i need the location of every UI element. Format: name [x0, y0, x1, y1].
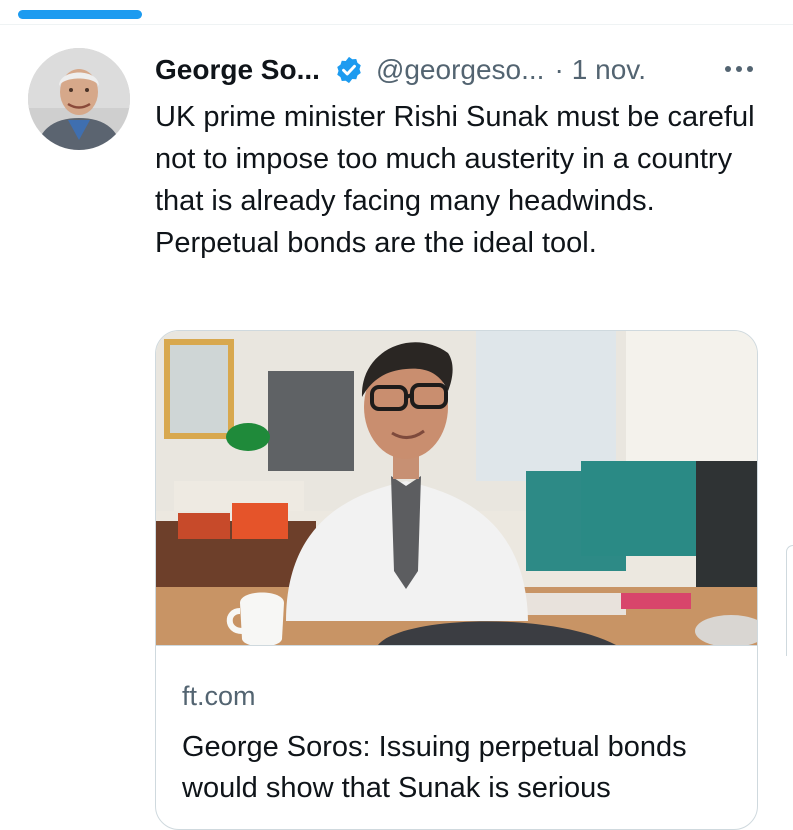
card-domain: ft.com — [182, 681, 256, 711]
link-preview-card[interactable]: ft.com George Soros: Issuing perpetual b… — [155, 330, 758, 830]
tweet-text: UK prime minister Rishi Sunak must be ca… — [155, 101, 755, 259]
verified-badge-icon — [334, 55, 364, 85]
tweet-header: George So... @georgeso... · 1 nov. — [155, 50, 646, 90]
separator-dot: · — [554, 54, 564, 85]
adjacent-card-edge — [786, 545, 793, 656]
author-name[interactable]: George So... — [155, 54, 320, 86]
divider — [0, 24, 793, 25]
card-title[interactable]: George Soros: Issuing perpetual bonds wo… — [182, 727, 742, 809]
timestamp[interactable]: 1 nov. — [572, 54, 646, 86]
more-options-icon[interactable] — [725, 52, 753, 86]
author-handle[interactable]: @georgeso... — [376, 54, 545, 86]
tab-indicator — [18, 10, 142, 19]
article-image — [156, 331, 757, 651]
avatar[interactable] — [28, 48, 130, 150]
